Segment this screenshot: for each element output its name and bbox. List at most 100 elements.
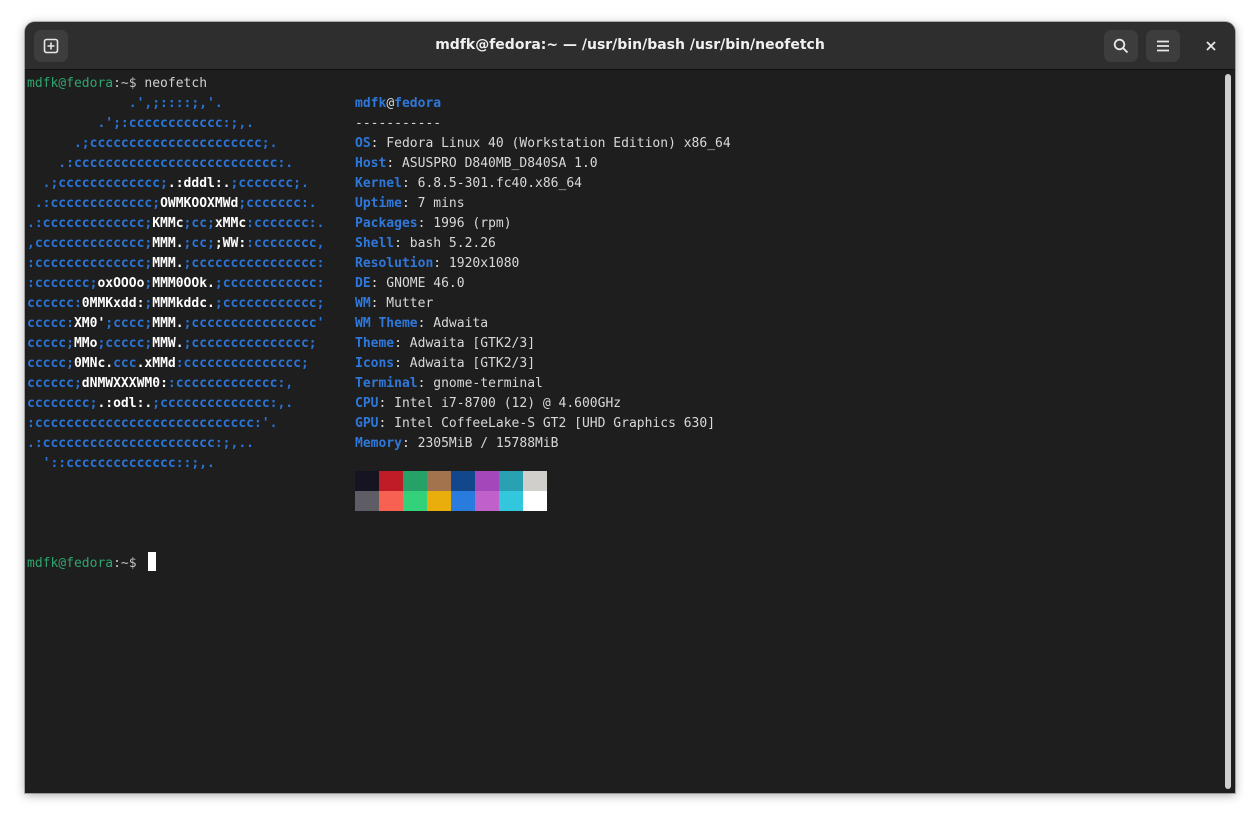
logo-segment: .',;::::;,'. — [27, 96, 223, 111]
color-swatch — [427, 491, 451, 511]
logo-segment: cccccccc; — [27, 396, 98, 411]
logo-segment: OWMKOOXMWd — [160, 196, 239, 211]
info-value: : Adwaita [GTK2/3] — [394, 336, 536, 351]
info-row: OS: Fedora Linux 40 (Workstation Edition… — [355, 134, 731, 154]
main-menu-button[interactable] — [1146, 30, 1180, 62]
logo-segment: cccccc; — [27, 376, 82, 391]
info-row: Resolution: 1920x1080 — [355, 254, 519, 274]
logo-line: .:ccccccccccccc;OWMKOOXMWd;ccccccc:. — [27, 194, 317, 214]
logo-segment: ;ccccccc:. — [238, 196, 317, 211]
logo-line: ccccc;MMo;ccccc;MMW.;ccccccccccccccc; — [27, 334, 317, 354]
logo-line: :cccccccccccccccccccccccccccc:'. — [27, 414, 277, 434]
logo-segment: MMo — [73, 336, 98, 351]
info-row: CPU: Intel i7-8700 (12) @ 4.600GHz — [355, 394, 621, 414]
info-row: Kernel: 6.8.5-301.fc40.x86_64 — [355, 174, 582, 194]
info-value: : 1996 (rpm) — [417, 216, 512, 231]
logo-segment: oxOOOo — [97, 276, 145, 291]
logo-line: cccccc:0MMKxdd:;MMMkddc.;cccccccccccc; — [27, 294, 324, 314]
info-at: @ — [386, 96, 395, 111]
logo-segment: :cccccccc, — [246, 236, 325, 251]
info-value: : Adwaita — [417, 316, 489, 331]
info-row: Icons: Adwaita [GTK2/3] — [355, 354, 535, 374]
info-label: WM Theme — [355, 316, 418, 331]
logo-segment: .;cccccccccccccccccccccc;. — [27, 136, 278, 151]
search-button[interactable] — [1104, 30, 1138, 62]
logo-segment: ;cccccccccccccccc' — [183, 316, 325, 331]
logo-line: ccccc:XM0';cccc;MMM.;cccccccccccccccc' — [27, 314, 324, 334]
logo-line: ,cccccccccccccc;MMM.;cc;;WW::cccccccc, — [27, 234, 324, 254]
info-value: : 6.8.5-301.fc40.x86_64 — [401, 176, 582, 191]
search-icon — [1113, 38, 1129, 54]
info-label: Icons — [355, 356, 395, 371]
info-value: : Adwaita [GTK2/3] — [394, 356, 536, 371]
hamburger-menu-icon — [1157, 40, 1169, 52]
info-value: : GNOME 46.0 — [370, 276, 465, 291]
logo-segment: ccc — [113, 356, 137, 371]
logo-segment: MMMkddc. — [152, 296, 215, 311]
logo-segment: ;ccccccc;. — [230, 176, 309, 191]
logo-segment: MMM. — [152, 256, 184, 271]
logo-segment: ccccc; — [27, 356, 74, 371]
logo-line: .:ccccccccccccc;KMMc;cc;xMMc:ccccccc:. — [27, 214, 324, 234]
header-bar: mdfk@fedora:~ — /usr/bin/bash /usr/bin/n… — [25, 22, 1235, 70]
prompt-line-2: mdfk@fedora:~$ — [27, 554, 144, 574]
color-swatch — [379, 471, 403, 491]
logo-segment: dNMWXXXWM0: — [81, 376, 168, 391]
info-row: WM Theme: Adwaita — [355, 314, 488, 334]
window-title: mdfk@fedora:~ — /usr/bin/bash /usr/bin/n… — [435, 37, 825, 53]
info-label: Terminal — [355, 376, 418, 391]
terminal-output[interactable]: mdfk@fedora:~$ neofetch .',;::::;,'. .';… — [25, 70, 1221, 793]
color-swatch — [427, 471, 451, 491]
logo-segment: .:dddl:. — [167, 176, 231, 191]
logo-segment: 0MMKxdd: — [81, 296, 145, 311]
info-value: : bash 5.2.26 — [394, 236, 496, 251]
info-row: Terminal: gnome-terminal — [355, 374, 543, 394]
info-host: fedora — [394, 96, 442, 111]
info-separator: ----------- — [355, 116, 442, 131]
color-swatch — [451, 471, 475, 491]
prompt-line-1: mdfk@fedora:~$ neofetch — [27, 74, 207, 94]
color-swatch — [499, 491, 523, 511]
info-label: Theme — [355, 336, 395, 351]
logo-line: .',;::::;,'. — [27, 94, 223, 114]
logo-line: :ccccccc;oxOOOo;MMM0OOk.;cccccccccccc: — [27, 274, 324, 294]
close-button[interactable] — [1196, 30, 1226, 62]
color-swatch — [475, 471, 499, 491]
color-swatch — [523, 491, 547, 511]
logo-segment: ;cc; — [183, 236, 215, 251]
info-label: OS — [355, 136, 371, 151]
logo-line: cccccccc;.:odl:.;cccccccccccccc:,. — [27, 394, 293, 414]
logo-segment: :cccccccccccccc; — [27, 256, 153, 271]
logo-segment: ;ccccccccccccccc; — [183, 336, 317, 351]
info-label: WM — [355, 296, 371, 311]
info-value: : Mutter — [370, 296, 434, 311]
logo-segment: .xMMd — [136, 356, 176, 371]
logo-segment: ;WW: — [214, 236, 247, 251]
info-title: mdfk@fedora — [355, 94, 441, 114]
logo-segment: KMMc — [152, 216, 184, 231]
info-value: : 7 mins — [401, 196, 465, 211]
prompt-user-host: mdfk@fedora — [27, 76, 114, 91]
logo-line: .;ccccccccccccc;.:dddl:.;ccccccc;. — [27, 174, 309, 194]
logo-segment: ;cccccccccccccc:,. — [152, 396, 294, 411]
logo-segment: cccccc: — [27, 296, 82, 311]
color-swatch — [355, 471, 379, 491]
info-user: mdfk — [355, 96, 387, 111]
color-swatch — [355, 491, 379, 511]
logo-segment: :ccccccc; — [27, 276, 98, 291]
info-label: CPU — [355, 396, 379, 411]
scrollbar[interactable] — [1225, 74, 1231, 789]
logo-segment: :cccccccccccccccccccccccccccc:'. — [27, 416, 278, 431]
prompt-user-host: mdfk@fedora — [27, 556, 114, 571]
palette-row-bright — [355, 491, 547, 511]
logo-segment: .:odl:. — [97, 396, 153, 411]
info-row: WM: Mutter — [355, 294, 433, 314]
info-label: Host — [355, 156, 387, 171]
terminal-window: mdfk@fedora:~ — /usr/bin/bash /usr/bin/n… — [25, 22, 1235, 793]
logo-line: cccccc;dNMWXXXWM0::ccccccccccccc:, — [27, 374, 293, 394]
logo-segment: :ccccccccccccc:, — [167, 376, 294, 391]
info-value: : Intel CoffeeLake-S GT2 [UHD Graphics 6… — [378, 416, 716, 431]
logo-segment: MMW. — [152, 336, 184, 351]
prompt-path: :~$ — [113, 556, 137, 571]
logo-segment: :ccccccccccccccc; — [175, 356, 309, 371]
